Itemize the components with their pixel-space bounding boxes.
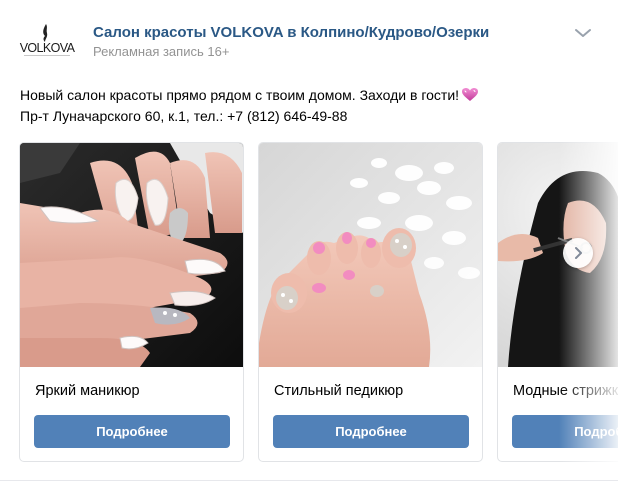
product-carousel: Яркий маникюр Подробнее Стильный педикюр… (19, 142, 618, 464)
carousel-card-haircut[interactable]: Модные стрижки Подробнее (497, 142, 618, 462)
post-text-line-2: Пр-т Луначарского 60, к.1, тел.: +7 (812… (20, 108, 348, 124)
details-button[interactable]: Подробнее (512, 415, 618, 448)
sparkling-heart-icon (462, 88, 479, 101)
post-divider (0, 480, 618, 481)
carousel-next-button[interactable] (563, 238, 593, 268)
logo-text: VOLKOVA (19, 41, 75, 55)
author-name-link[interactable]: Салон красоты VOLKOVA в Колпино/Кудрово/… (93, 24, 489, 41)
carousel-card-manicure[interactable]: Яркий маникюр Подробнее (19, 142, 244, 462)
manicure-photo[interactable] (20, 143, 243, 367)
post-text: Новый салон красоты прямо рядом с твоим … (20, 85, 479, 127)
logo-underline (24, 55, 70, 57)
manicure-illustration (20, 143, 243, 367)
salon-logo[interactable]: VOLKOVA (18, 22, 76, 62)
card-title: Модные стрижки (513, 383, 618, 399)
ad-post: VOLKOVA Салон красоты VOLKOVA в Колпино/… (0, 0, 618, 483)
pedicure-illustration (259, 143, 482, 367)
details-button[interactable]: Подробнее (34, 415, 230, 448)
post-text-line-1: Новый салон красоты прямо рядом с твоим … (20, 85, 479, 106)
post-text-line-1-content: Новый салон красоты прямо рядом с твоим … (20, 87, 460, 103)
post-meta: Рекламная запись 16+ (93, 44, 230, 59)
haircut-photo[interactable] (498, 143, 618, 367)
details-button[interactable]: Подробнее (273, 415, 469, 448)
chevron-right-icon (575, 247, 582, 259)
haircut-illustration (498, 143, 618, 367)
card-title: Яркий маникюр (35, 383, 140, 399)
pedicure-photo[interactable] (259, 143, 482, 367)
carousel-card-pedicure[interactable]: Стильный педикюр Подробнее (258, 142, 483, 462)
card-title: Стильный педикюр (274, 383, 404, 399)
chevron-down-icon[interactable] (574, 27, 592, 39)
logo-mark-icon (43, 24, 48, 42)
